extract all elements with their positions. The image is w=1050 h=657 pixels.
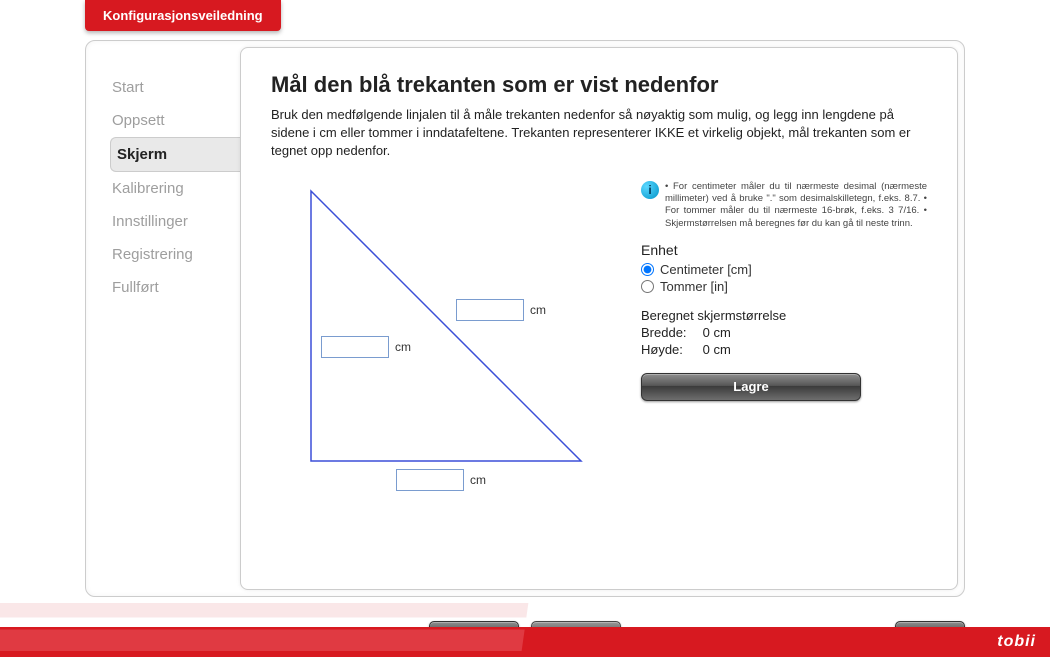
- calc-width-label: Bredde:: [641, 325, 699, 340]
- triangle-area: cm cm cm: [271, 181, 621, 521]
- sidebar-item-kalibrering[interactable]: Kalibrering: [110, 172, 240, 205]
- height-input[interactable]: [321, 336, 389, 358]
- save-button[interactable]: Lagre: [641, 373, 861, 401]
- sidebar-item-innstillinger[interactable]: Innstillinger: [110, 205, 240, 238]
- base-input[interactable]: [396, 469, 464, 491]
- info-box: i • For centimeter måler du til nærmeste…: [641, 181, 927, 230]
- hypotenuse-unit: cm: [530, 303, 546, 317]
- base-field: cm: [396, 469, 486, 491]
- unit-radio-cm-label: Centimeter [cm]: [660, 262, 752, 277]
- sidebar: Start Oppsett Skjerm Kalibrering Innstil…: [92, 47, 240, 590]
- page-title: Mål den blå trekanten som er vist nedenf…: [271, 72, 927, 98]
- right-column: i • For centimeter måler du til nærmeste…: [621, 181, 927, 521]
- calc-width-row: Bredde: 0 cm: [641, 325, 927, 340]
- unit-radio-cm[interactable]: Centimeter [cm]: [641, 262, 927, 277]
- sidebar-item-fullfort[interactable]: Fullført: [110, 271, 240, 304]
- hypotenuse-field: cm: [456, 299, 546, 321]
- content-pane: Mål den blå trekanten som er vist nedenf…: [240, 47, 958, 590]
- info-text: • For centimeter måler du til nærmeste d…: [665, 181, 927, 230]
- calc-height-label: Høyde:: [641, 342, 699, 357]
- footer-stripe: tobii: [0, 627, 1050, 657]
- calc-width-value: 0 cm: [703, 325, 731, 340]
- sidebar-item-start[interactable]: Start: [110, 71, 240, 104]
- height-field: cm: [321, 336, 411, 358]
- calc-height-value: 0 cm: [703, 342, 731, 357]
- calc-height-row: Høyde: 0 cm: [641, 342, 927, 357]
- wizard-panel: Start Oppsett Skjerm Kalibrering Innstil…: [85, 40, 965, 597]
- unit-label: Enhet: [641, 242, 927, 258]
- hypotenuse-input[interactable]: [456, 299, 524, 321]
- unit-radio-in-label: Tommer [in]: [660, 279, 728, 294]
- sidebar-item-skjerm[interactable]: Skjerm: [110, 137, 246, 172]
- height-unit: cm: [395, 340, 411, 354]
- header-tab: Konfigurasjonsveiledning: [85, 0, 281, 31]
- calc-label: Beregnet skjermstørrelse: [641, 308, 927, 323]
- base-unit: cm: [470, 473, 486, 487]
- triangle-svg: [291, 181, 591, 481]
- sidebar-item-registrering[interactable]: Registrering: [110, 238, 240, 271]
- page-lead: Bruk den medfølgende linjalen til å måle…: [271, 106, 927, 161]
- sidebar-item-oppsett[interactable]: Oppsett: [110, 104, 240, 137]
- brand-logo: tobii: [997, 633, 1036, 651]
- info-icon: i: [641, 181, 659, 199]
- unit-radio-cm-input[interactable]: [641, 263, 654, 276]
- unit-radio-in[interactable]: Tommer [in]: [641, 279, 927, 294]
- unit-radio-in-input[interactable]: [641, 280, 654, 293]
